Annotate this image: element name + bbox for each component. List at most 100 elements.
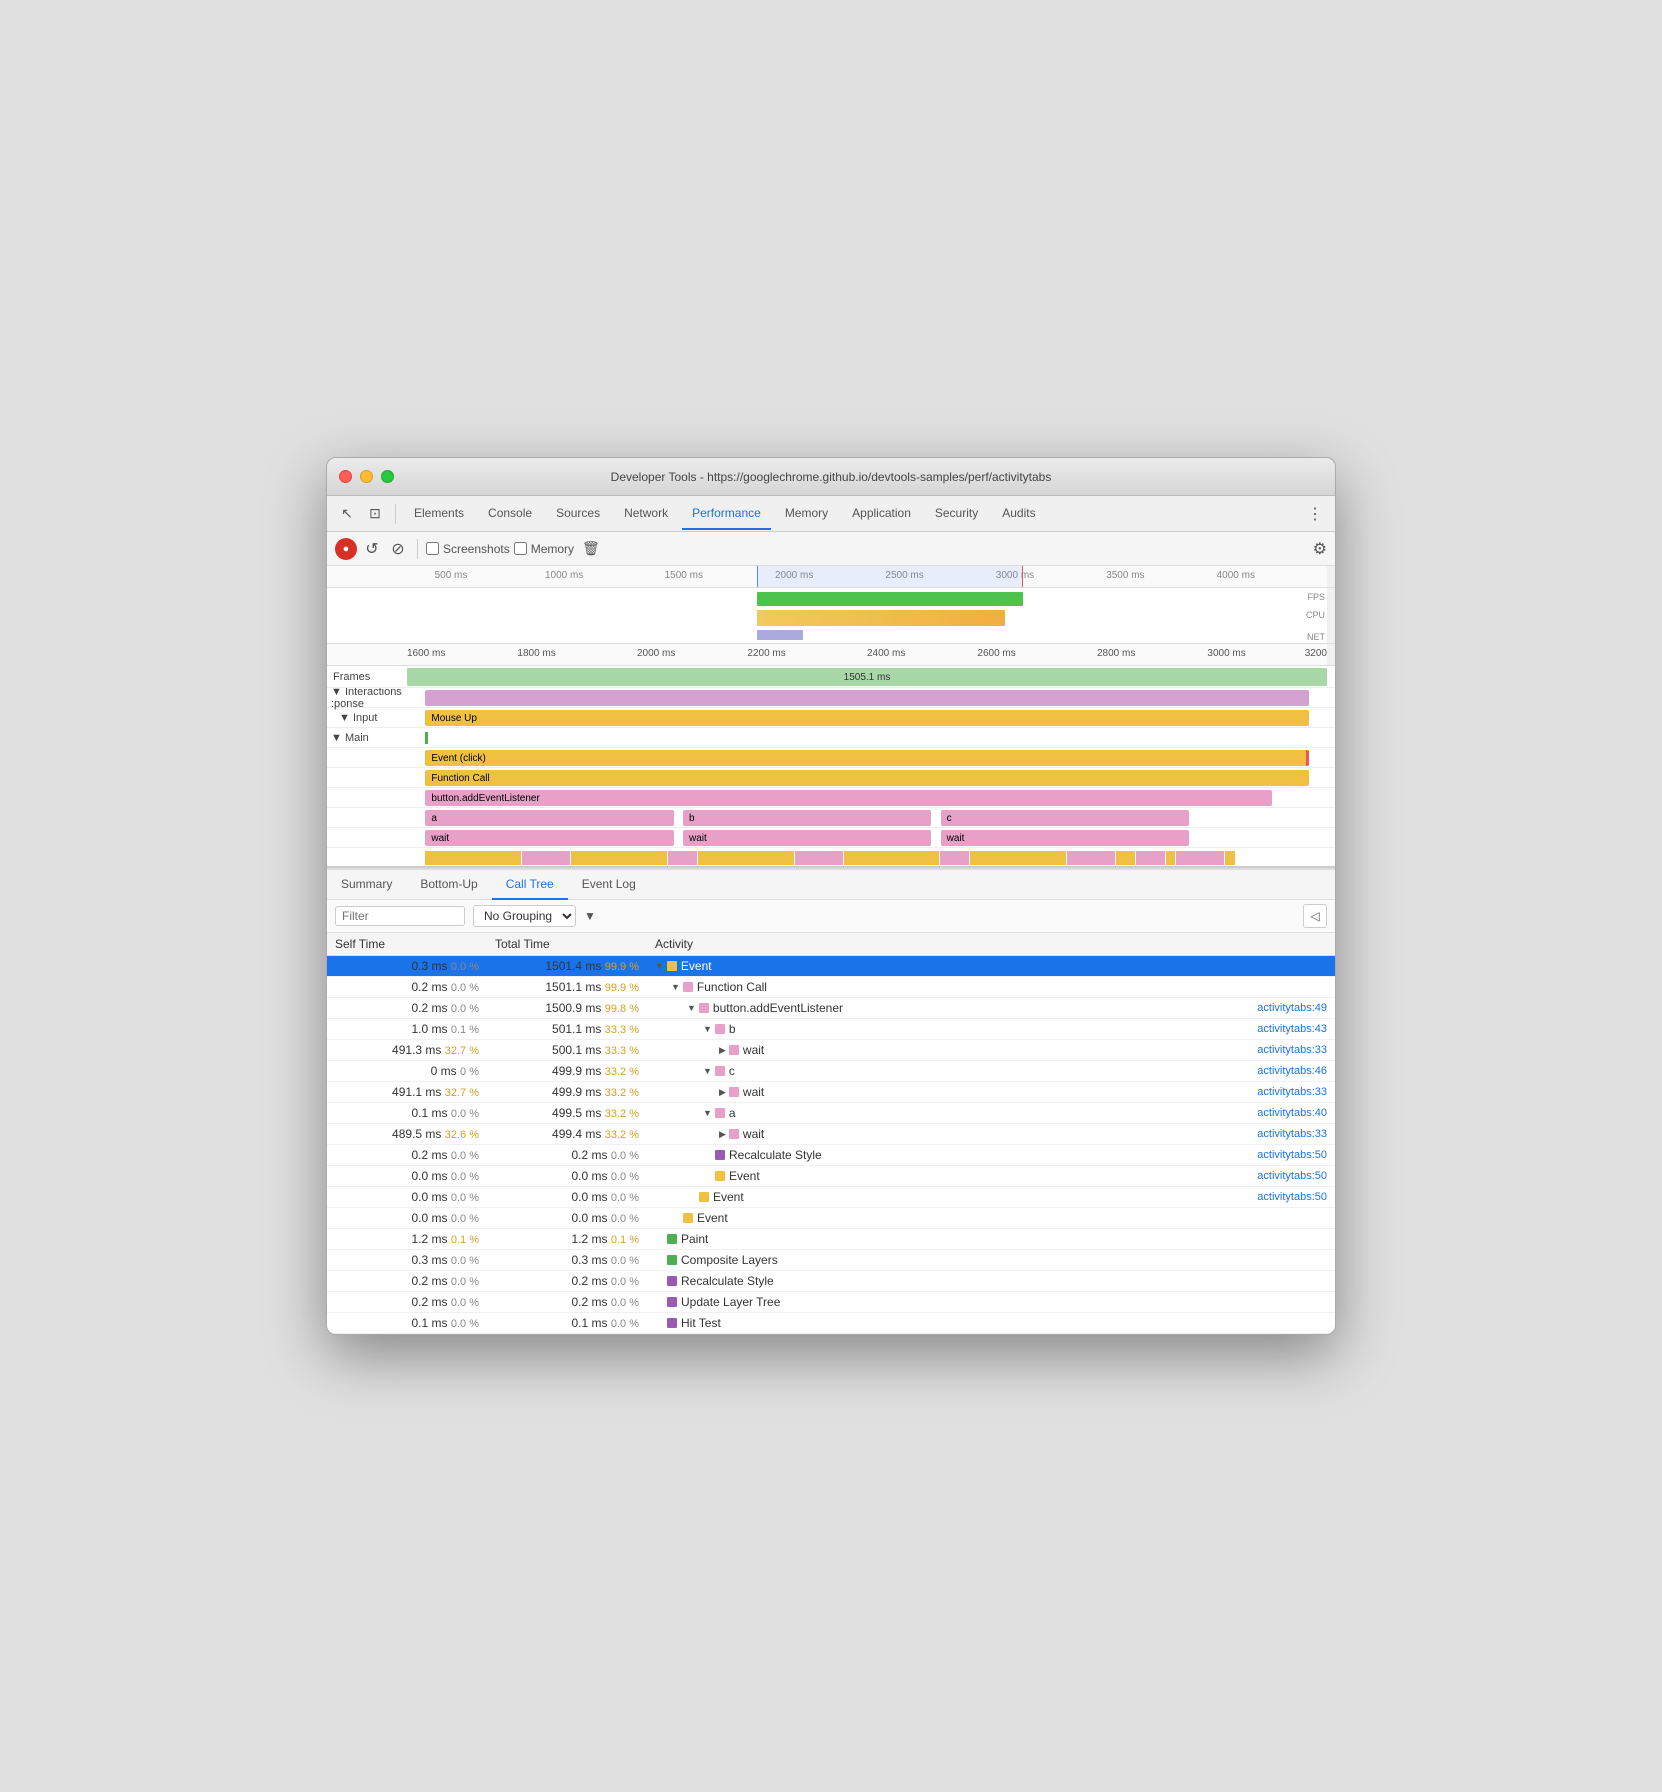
- tab-performance[interactable]: Performance: [682, 498, 771, 530]
- clear-button[interactable]: 🗑: [582, 540, 600, 557]
- table-row[interactable]: 0 ms 0 %499.9 ms 33.2 % ▼ c activitytabs…: [327, 1061, 1335, 1082]
- input-block: Mouse Up: [425, 710, 1308, 726]
- frames-label: Frames: [327, 671, 407, 683]
- activity-cell: ▼ c activitytabs:46: [647, 1061, 1335, 1082]
- activity-cell: ▼ a activitytabs:40: [647, 1103, 1335, 1124]
- ruler2-2600: 2600 ms: [977, 648, 1015, 659]
- activity-link[interactable]: activitytabs:33: [1257, 1128, 1327, 1140]
- self-time-cell: 491.3 ms 32.7 %: [327, 1040, 487, 1061]
- tab-sources[interactable]: Sources: [546, 498, 610, 530]
- tab-network[interactable]: Network: [614, 498, 678, 530]
- function-call-track: Function Call: [327, 768, 1335, 788]
- activity-link[interactable]: activitytabs:43: [1257, 1023, 1327, 1035]
- self-time-cell: 1.0 ms 0.1 %: [327, 1019, 487, 1040]
- tab-application[interactable]: Application: [842, 498, 921, 530]
- self-time-cell: 0.0 ms 0.0 %: [327, 1187, 487, 1208]
- tab-call-tree[interactable]: Call Tree: [492, 870, 568, 900]
- b-block: b: [683, 810, 931, 826]
- total-time-cell: 499.9 ms 33.2 %: [487, 1082, 647, 1103]
- tab-memory[interactable]: Memory: [775, 498, 838, 530]
- dock-icon[interactable]: ⊡: [363, 502, 387, 526]
- self-time-cell: 0.2 ms 0.0 %: [327, 977, 487, 998]
- table-row[interactable]: 0.0 ms 0.0 %0.0 ms 0.0 % Event activityt…: [327, 1187, 1335, 1208]
- activity-link[interactable]: activitytabs:46: [1257, 1065, 1327, 1077]
- activity-cell: Event activitytabs:50: [647, 1166, 1335, 1187]
- ruler-tick-3500: 3500 ms: [1106, 570, 1144, 581]
- filter-input[interactable]: [335, 906, 465, 926]
- total-time-cell: 0.2 ms 0.0 %: [487, 1292, 647, 1313]
- settings-icon[interactable]: ⚙: [1313, 539, 1327, 559]
- grouping-select[interactable]: No Grouping URL Activity Category: [473, 905, 576, 927]
- activity-link[interactable]: activitytabs:49: [1257, 1002, 1327, 1014]
- activity-cell: Hit Test: [647, 1313, 1335, 1334]
- activity-link[interactable]: activitytabs:33: [1257, 1086, 1327, 1098]
- main-toolbar: ↖ ⊡ Elements Console Sources Network Per…: [327, 496, 1335, 532]
- table-row[interactable]: 0.3 ms 0.0 %0.3 ms 0.0 % Composite Layer…: [327, 1250, 1335, 1271]
- table-row[interactable]: 1.2 ms 0.1 %1.2 ms 0.1 % Paint: [327, 1229, 1335, 1250]
- table-row[interactable]: 0.2 ms 0.0 %0.2 ms 0.0 % Update Layer Tr…: [327, 1292, 1335, 1313]
- table-row[interactable]: 0.1 ms 0.0 %499.5 ms 33.2 % ▼ a activity…: [327, 1103, 1335, 1124]
- record-button[interactable]: ●: [335, 538, 357, 560]
- table-row[interactable]: 489.5 ms 32.6 %499.4 ms 33.2 % ▶ wait ac…: [327, 1124, 1335, 1145]
- memory-label[interactable]: Memory: [514, 542, 574, 556]
- activity-link[interactable]: activitytabs:50: [1257, 1170, 1327, 1182]
- screenshots-checkbox[interactable]: [426, 542, 439, 555]
- tab-elements[interactable]: Elements: [404, 498, 474, 530]
- activity-cell: ▶ wait activitytabs:33: [647, 1082, 1335, 1103]
- stop-button[interactable]: ⊘: [387, 538, 409, 560]
- memory-checkbox[interactable]: [514, 542, 527, 555]
- reload-record-button[interactable]: ↺: [361, 538, 383, 560]
- total-time-cell: 1.2 ms 0.1 %: [487, 1229, 647, 1250]
- tab-event-log[interactable]: Event Log: [568, 870, 650, 900]
- table-row[interactable]: 0.2 ms 0.0 %1501.1 ms 99.9 % ▼ Function …: [327, 977, 1335, 998]
- activity-cell: Recalculate Style activitytabs:50: [647, 1145, 1335, 1166]
- table-row[interactable]: 0.0 ms 0.0 %0.0 ms 0.0 % Event activityt…: [327, 1166, 1335, 1187]
- time-selection[interactable]: [757, 566, 1024, 587]
- table-row[interactable]: 491.3 ms 32.7 %500.1 ms 33.3 % ▶ wait ac…: [327, 1040, 1335, 1061]
- table-row[interactable]: 0.2 ms 0.0 %1500.9 ms 99.8 % ▼ button.ad…: [327, 998, 1335, 1019]
- activity-link[interactable]: activitytabs:50: [1257, 1149, 1327, 1161]
- table-row[interactable]: 0.0 ms 0.0 %0.0 ms 0.0 % Event: [327, 1208, 1335, 1229]
- maximize-button[interactable]: [381, 470, 394, 483]
- net-bar: [407, 630, 1327, 640]
- table-row[interactable]: 0.2 ms 0.0 %0.2 ms 0.0 % Recalculate Sty…: [327, 1145, 1335, 1166]
- total-time-cell: 501.1 ms 33.3 %: [487, 1019, 647, 1040]
- total-time-cell: 500.1 ms 33.3 %: [487, 1040, 647, 1061]
- total-time-cell: 499.4 ms 33.2 %: [487, 1124, 647, 1145]
- table-row[interactable]: 491.1 ms 32.7 %499.9 ms 33.2 % ▶ wait ac…: [327, 1082, 1335, 1103]
- screenshots-text: Screenshots: [443, 542, 510, 556]
- a-block: a: [425, 810, 673, 826]
- tab-console[interactable]: Console: [478, 498, 542, 530]
- minimize-button[interactable]: [360, 470, 373, 483]
- event-click-track: Event (click): [327, 748, 1335, 768]
- cursor-icon[interactable]: ↖: [335, 502, 359, 526]
- frames-content: 1505.1 ms: [407, 666, 1327, 687]
- c-block: c: [941, 810, 1189, 826]
- activity-link[interactable]: activitytabs:50: [1257, 1191, 1327, 1203]
- ruler2-2400: 2400 ms: [867, 648, 905, 659]
- total-time-cell: 0.1 ms 0.0 %: [487, 1313, 647, 1334]
- table-row[interactable]: 0.2 ms 0.0 %0.2 ms 0.0 % Recalculate Sty…: [327, 1271, 1335, 1292]
- screenshots-label[interactable]: Screenshots: [426, 542, 510, 556]
- table-row[interactable]: 0.3 ms 0.0 %1501.4 ms 99.9 % ▼ Event: [327, 956, 1335, 977]
- tab-audits[interactable]: Audits: [992, 498, 1045, 530]
- activity-link[interactable]: activitytabs:33: [1257, 1044, 1327, 1056]
- input-content: Mouse Up: [407, 708, 1327, 727]
- tab-security[interactable]: Security: [925, 498, 988, 530]
- heavy-stack-button[interactable]: ◁: [1303, 904, 1327, 928]
- call-tree-table-container[interactable]: Self Time Total Time Activity 0.3 ms 0.0…: [327, 933, 1335, 1334]
- activity-link[interactable]: activitytabs:40: [1257, 1107, 1327, 1119]
- tab-summary[interactable]: Summary: [327, 870, 406, 900]
- tab-bottom-up[interactable]: Bottom-Up: [406, 870, 491, 900]
- small-bars-content: [407, 848, 1327, 866]
- ruler-tick-1500: 1500 ms: [665, 570, 703, 581]
- total-time-cell: 0.3 ms 0.0 %: [487, 1250, 647, 1271]
- interactions-block: [425, 690, 1308, 706]
- table-row[interactable]: 1.0 ms 0.1 %501.1 ms 33.3 % ▼ b activity…: [327, 1019, 1335, 1040]
- self-time-cell: 1.2 ms 0.1 %: [327, 1229, 487, 1250]
- cpu-label: CPU: [1306, 610, 1325, 620]
- table-row[interactable]: 0.1 ms 0.0 %0.1 ms 0.0 % Hit Test: [327, 1313, 1335, 1334]
- more-tabs-button[interactable]: ⋮: [1303, 502, 1327, 526]
- close-button[interactable]: [339, 470, 352, 483]
- grouping-dropdown-icon[interactable]: ▼: [584, 909, 596, 923]
